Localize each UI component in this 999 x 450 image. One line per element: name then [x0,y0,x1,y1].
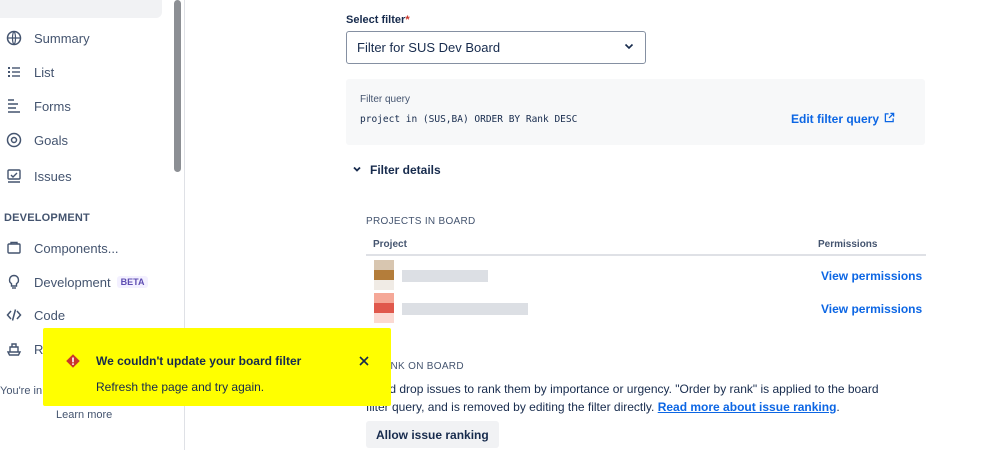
chevron-down-icon [623,40,635,55]
toast-title: We couldn't update your board filter [96,354,302,368]
rank-description-suffix: . [836,400,840,414]
project-avatar [374,293,394,323]
rank-description-line2: filter query, and is removed by editing … [366,400,655,414]
sidebar-item-label: Summary [34,30,90,46]
code-icon [6,307,22,323]
column-project: Project [373,239,407,250]
sidebar-item-label: Issues [34,168,72,184]
sidebar-item-label: List [34,64,55,80]
sidebar-item-components[interactable]: Components... [0,233,119,263]
edit-filter-query-label: Edit filter query [790,112,879,126]
beta-badge: BETA [116,276,149,288]
list-icon [6,64,22,80]
releases-icon [6,341,22,357]
error-icon [65,353,81,369]
learn-more-link[interactable]: Learn more [56,409,112,421]
sidebar-item-label: Goals [34,132,68,148]
rank-description: g and drop issues to rank them by import… [366,380,926,416]
edit-filter-query-link[interactable]: Edit filter query [791,112,895,126]
sidebar-item-summary[interactable]: Summary [0,23,90,53]
view-permissions-link[interactable]: View permissions [821,302,922,316]
filter-details-label: Filter details [370,163,441,177]
globe-icon [6,30,22,46]
filter-details-toggle[interactable]: Filter details [352,163,441,177]
filter-query-box: Filter query project in (SUS,BA) ORDER B… [346,79,925,145]
external-link-icon [884,112,895,126]
sidebar-item-forms[interactable]: Forms [0,91,71,121]
sidebar-item-code[interactable]: Code [0,300,65,330]
project-name-redacted [402,270,488,282]
sidebar-item-development[interactable]: Development BETA [0,267,149,297]
filter-select[interactable]: Filter for SUS Dev Board [346,31,646,64]
toast-body: Refresh the page and try again. [96,380,265,394]
projects-in-board-heading: PROJECTS IN BOARD [366,216,476,227]
rank-description-line1: g and drop issues to rank them by import… [366,382,879,396]
view-permissions-link[interactable]: View permissions [821,269,922,283]
project-avatar [374,260,394,290]
sidebar-item-goals[interactable]: Goals [0,125,68,155]
sidebar-item-label: Development [34,274,111,290]
projects-table-header: Project Permissions [366,236,926,256]
forms-icon [6,98,22,114]
sidebar-item-label: Components... [34,240,119,256]
goals-icon [6,132,22,148]
issues-icon [6,168,22,184]
close-icon[interactable] [355,352,373,370]
components-icon [6,240,22,256]
read-more-ranking-link[interactable]: Read more about issue ranking [658,400,837,414]
required-mark: * [405,14,410,26]
filter-query-label: Filter query [360,94,411,105]
table-row: View permissions [366,260,926,292]
allow-issue-ranking-button[interactable]: Allow issue ranking [366,421,499,448]
sidebar-section-development: DEVELOPMENT [4,212,90,224]
column-permissions: Permissions [818,239,878,250]
filter-select-value: Filter for SUS Dev Board [357,40,501,55]
sidebar-item-issues[interactable]: Issues [0,161,72,191]
chevron-down-icon [352,163,362,177]
table-row: View permissions [366,293,926,325]
select-filter-label-text: Select filter [346,14,406,26]
sidebar-item-list[interactable]: List [0,57,54,87]
project-name-redacted [402,303,528,315]
filter-query-text: project in (SUS,BA) ORDER BY Rank DESC [360,114,578,125]
error-toast: We couldn't update your board filter Ref… [43,328,391,406]
select-filter-label: Select filter* [346,14,410,26]
sidebar-item-active[interactable] [0,0,162,18]
lightbulb-icon [6,274,22,290]
sidebar-item-label: Forms [34,98,71,114]
sidebar-scrollbar[interactable] [174,0,181,172]
sidebar-item-label: Code [34,307,66,323]
